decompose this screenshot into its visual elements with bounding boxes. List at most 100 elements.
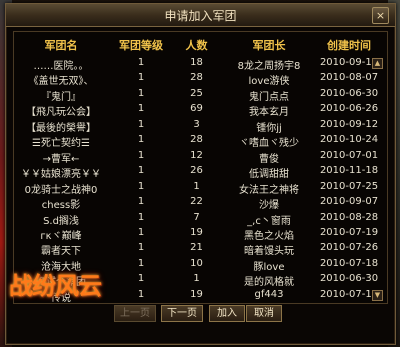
member-count-cell: 28 xyxy=(190,134,203,146)
table-row[interactable]: 霸者天下 1 21 暗着馒头玩 2010-07-26 xyxy=(14,241,387,258)
member-count-cell: 21 xyxy=(190,242,203,254)
close-button[interactable]: × xyxy=(372,7,389,24)
legion-level-cell: 1 xyxy=(137,118,145,130)
created-time-cell: 2010-07-01 xyxy=(319,149,379,161)
legion-level-cell: 1 xyxy=(137,257,145,269)
legion-leader-cell: 暗着馒头玩 xyxy=(244,246,294,258)
next-page-button[interactable]: 下一页 xyxy=(161,305,203,322)
created-time-cell: 2010-06-30 xyxy=(319,273,379,285)
legion-leader-cell: gf443 xyxy=(254,288,284,300)
header-legion-name: 军团名 xyxy=(44,39,78,52)
table-row[interactable]: 【最後的榮譽】 1 3 锺你jj 2010-09-12 xyxy=(14,118,387,134)
legion-leader-cell: 锺你jj xyxy=(256,122,282,134)
table-row[interactable]: ☰死亡契约☰ 1 28 ヾ嗜血ヾ残少 2010-10-24 xyxy=(14,133,387,150)
member-count-cell: 26 xyxy=(190,165,203,177)
legion-name-cell: →曹军← xyxy=(42,153,80,165)
legion-name-cell: S.d搁浅 xyxy=(43,215,79,227)
legion-leader-cell: 是的风格就 xyxy=(244,277,294,289)
titlebar: 申请加入军团 × xyxy=(6,4,395,27)
created-time-cell: 2010-07-19 xyxy=(319,226,379,238)
table-row[interactable]: 【飛凡玩公会】 1 69 我本玄月 2010-06-26 xyxy=(14,102,387,119)
legion-name-cell: 【最後的榮譽】 xyxy=(26,122,96,134)
member-count-cell: 28 xyxy=(190,72,203,84)
table-row[interactable]: →曹军← 1 12 曹俊 2010-07-01 xyxy=(14,149,387,165)
table-row[interactable]: ￥￥姑娘漂亮￥￥ 1 26 低调甜甜 2010-11-18 xyxy=(14,164,387,181)
scroll-down-button[interactable]: ▼ xyxy=(372,290,383,301)
created-time-cell: 2010-07-26 xyxy=(319,242,379,254)
legion-leader-cell: 豚love xyxy=(253,261,285,273)
table-row[interactable]: 『鬼门』 1 25 鬼门点点 2010-06-30 xyxy=(14,87,387,103)
join-button[interactable]: 加入 xyxy=(209,305,245,322)
table-row[interactable]: S.d搁浅 1 7 _,c丶窗雨 2010-08-28 xyxy=(14,211,387,227)
legion-leader-cell: 黑色之火焰 xyxy=(244,230,294,242)
created-time-cell: 2010-06-30 xyxy=(319,87,379,99)
legion-level-cell: 1 xyxy=(137,211,145,223)
legion-leader-cell: 女法王之神将 xyxy=(239,184,299,196)
legion-name-cell: 《盖世无双》、 xyxy=(28,76,94,88)
member-count-cell: 69 xyxy=(190,103,203,115)
legion-name-cell: ☰死亡契约☰ xyxy=(32,138,90,150)
member-count-cell: 3 xyxy=(193,118,200,130)
legion-leader-cell: 低调甜甜 xyxy=(249,169,289,181)
legion-level-cell: 1 xyxy=(137,180,145,192)
legion-leader-cell: 我本玄月 xyxy=(249,107,289,119)
header-created-time: 创建时间 xyxy=(327,39,371,52)
legion-leader-cell: love游侠 xyxy=(248,76,290,88)
created-time-cell: 2010-11-18 xyxy=(319,165,379,177)
member-count-cell: 12 xyxy=(190,149,203,161)
legion-leader-cell: ヾ嗜血ヾ残少 xyxy=(239,138,299,150)
legion-level-cell: 1 xyxy=(137,165,145,177)
scroll-up-button[interactable]: ▲ xyxy=(372,58,383,69)
legion-level-cell: 1 xyxy=(137,273,145,285)
table-row[interactable]: ……医院。。 1 18 8龙之周扬宇8 2010-09-11 xyxy=(14,56,387,72)
legion-level-cell: 1 xyxy=(137,196,145,208)
legion-level-cell: 1 xyxy=(137,149,145,161)
legion-level-cell: 1 xyxy=(137,72,145,84)
member-count-cell: 1 xyxy=(193,180,200,192)
legion-leader-cell: _,c丶窗雨 xyxy=(247,215,291,227)
legion-level-cell: 1 xyxy=(137,288,145,300)
member-count-cell: 10 xyxy=(190,257,203,269)
table-row[interactable]: chess影 1 22 沙爆 2010-09-07 xyxy=(14,195,387,212)
created-time-cell: 2010-08-28 xyxy=(319,211,379,223)
legion-level-cell: 1 xyxy=(137,87,145,99)
member-count-cell: 1 xyxy=(193,273,200,285)
table-row[interactable]: гκヾ巅峰 1 19 黑色之火焰 2010-07-19 xyxy=(14,226,387,242)
legion-leader-cell: 曹俊 xyxy=(259,153,279,165)
member-count-cell: 19 xyxy=(190,288,203,300)
created-time-cell: 2010-07-25 xyxy=(319,180,379,192)
legion-name-cell: 『鬼门』 xyxy=(41,91,81,103)
legion-name-cell: ￥￥姑娘漂亮￥￥ xyxy=(21,169,101,181)
table-row[interactable]: 《盖世无双》、 1 28 love游侠 2010-08-07 xyxy=(14,71,387,88)
legion-level-cell: 1 xyxy=(137,134,145,146)
legion-name-cell: гκヾ巅峰 xyxy=(40,230,82,242)
header-legion-leader: 军团长 xyxy=(252,39,286,52)
created-time-cell: 2010-09-07 xyxy=(319,196,379,208)
apply-join-legion-dialog: 申请加入军团 × 军团名 军团等级 人数 军团长 创建时间 ……医院。。 1 18 8… xyxy=(5,3,396,345)
table-header: 军团名 军团等级 人数 军团长 创建时间 xyxy=(14,32,387,56)
legion-name-cell: ……医院。。 xyxy=(33,61,89,72)
member-count-cell: 7 xyxy=(193,211,200,223)
legion-level-cell: 1 xyxy=(137,242,145,254)
prev-page-button[interactable]: 上一页 xyxy=(114,305,156,322)
legion-list-panel: 军团名 军团等级 人数 军团长 创建时间 ……医院。。 1 18 8龙之周扬宇8 201… xyxy=(13,31,388,304)
table-row[interactable]: 0龙骑士之战神0 1 1 女法王之神将 2010-07-25 xyxy=(14,180,387,196)
cancel-button[interactable]: 取消 xyxy=(246,305,282,322)
member-count-cell: 18 xyxy=(190,57,203,68)
created-time-cell: 2010-08-07 xyxy=(319,72,379,84)
created-time-cell: 2010-07-18 xyxy=(319,257,379,269)
created-time-cell: 2010-09-12 xyxy=(319,118,379,130)
legion-leader-cell: 8龙之周扬宇8 xyxy=(237,61,301,72)
legion-name-cell: chess影 xyxy=(41,200,81,212)
header-member-count: 人数 xyxy=(185,39,208,52)
legion-name-cell: 0龙骑士之战神0 xyxy=(24,184,98,196)
member-count-cell: 19 xyxy=(190,226,203,238)
game-logo-text: 战纷风云 xyxy=(9,271,102,300)
legion-leader-cell: 鬼门点点 xyxy=(249,91,289,103)
member-count-cell: 22 xyxy=(190,196,203,208)
legion-leader-cell: 沙爆 xyxy=(259,200,279,212)
header-legion-level: 军团等级 xyxy=(119,39,163,52)
created-time-cell: 2010-10-24 xyxy=(319,134,379,146)
legion-level-cell: 1 xyxy=(137,103,145,115)
legion-name-cell: 【飛凡玩公会】 xyxy=(26,107,96,119)
